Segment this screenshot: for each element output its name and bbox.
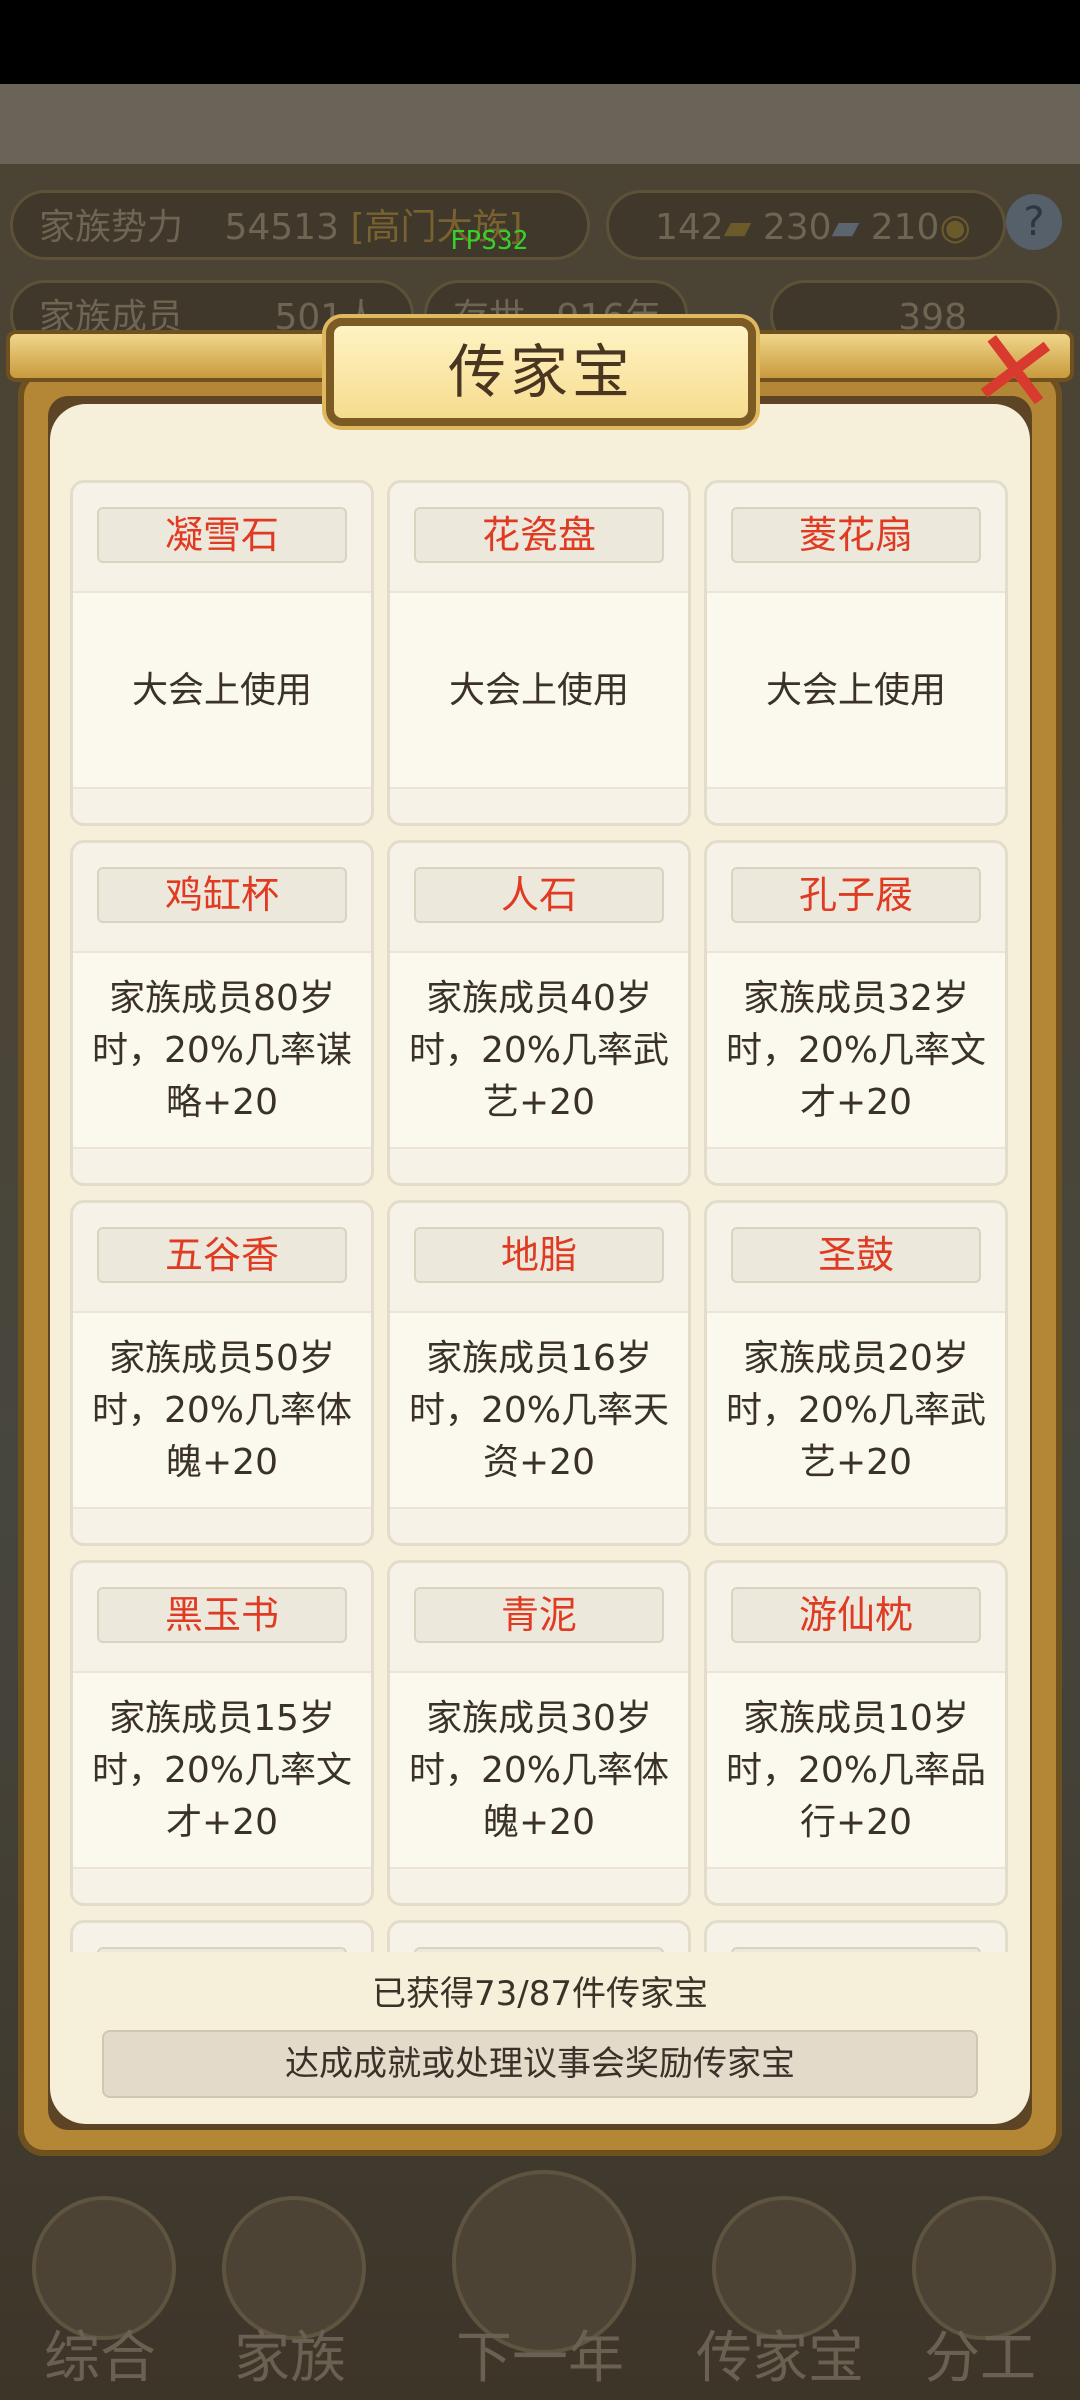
heirloom-card[interactable]: 孔子屐家族成员32岁时，20%几率文才+20: [704, 840, 1008, 1186]
heirloom-effect: 家族成员32岁时，20%几率文才+20: [725, 978, 987, 1123]
heirloom-name: 孔子屐: [731, 867, 981, 923]
heirloom-card-footer: [390, 1147, 688, 1183]
heirloom-effect: 大会上使用: [131, 670, 312, 711]
heirloom-card-header: 鸡缸杯: [73, 843, 371, 953]
heirloom-card-header: [707, 1923, 1005, 1952]
heirloom-card[interactable]: 青泥家族成员30岁时，20%几率体魄+20: [387, 1560, 691, 1906]
fps-counter: FPS32: [450, 226, 529, 256]
coin-icon: ◉: [939, 207, 971, 248]
resource-1-value: 142: [655, 207, 724, 248]
obtained-count: 已获得73/87件传家宝: [372, 1974, 708, 2014]
dialog-title-plate: 传家宝: [326, 318, 756, 426]
close-button[interactable]: ✕: [953, 304, 1077, 440]
resources-pill: 142▰ 230▰ 210◉: [606, 190, 1006, 260]
help-icon[interactable]: ?: [1006, 194, 1062, 250]
nav-assignments-label: 分工: [924, 2326, 1036, 2391]
heirloom-card-header: 五谷香: [73, 1203, 371, 1313]
nav-overview[interactable]: 综合: [10, 2160, 190, 2400]
dialog-summary: 已获得73/87件传家宝 达成成就或处理议事会奖励传家宝: [56, 1952, 1024, 2122]
reward-hint: 达成成就或处理议事会奖励传家宝: [102, 2030, 978, 2098]
heirloom-name: 五谷香: [97, 1227, 347, 1283]
heirloom-name: 青泥: [414, 1587, 664, 1643]
nav-heirlooms-label: 传家宝: [696, 2326, 864, 2391]
heirloom-card-footer: [707, 1507, 1005, 1543]
heirloom-card[interactable]: 菱花扇 大会上使用: [704, 480, 1008, 826]
heirloom-name: 圣鼓: [731, 1227, 981, 1283]
heirloom-card[interactable]: 游仙枕家族成员10岁时，20%几率品行+20: [704, 1560, 1008, 1906]
heirloom-card-header: 花瓷盘: [390, 483, 688, 593]
heirloom-card-header: 青泥: [390, 1563, 688, 1673]
heirloom-card-header: 菱花扇: [707, 483, 1005, 593]
heirloom-name: 地脂: [414, 1227, 664, 1283]
heirloom-name: 花瓷盘: [414, 507, 664, 563]
gold-ingot-icon: ▰: [723, 207, 752, 248]
bottom-nav: 综合 家族 下一年 传家宝 分工: [0, 2160, 1080, 2400]
heirloom-card[interactable]: 人石家族成员40岁时，20%几率武艺+20: [387, 840, 691, 1186]
silver-ingot-icon: ▰: [831, 207, 860, 248]
heirloom-effect: 家族成员10岁时，20%几率品行+20: [725, 1698, 987, 1843]
heirloom-effect: 家族成员16岁时，20%几率天资+20: [408, 1338, 670, 1483]
heirloom-card-footer: [73, 787, 371, 823]
heirloom-card-footer: [73, 1507, 371, 1543]
nav-heirlooms[interactable]: 传家宝: [690, 2160, 870, 2400]
heirloom-card-footer: [73, 1867, 371, 1903]
heirloom-card[interactable]: 凝雪石 大会上使用: [70, 480, 374, 826]
heirloom-name: 黑玉书: [97, 1587, 347, 1643]
heirloom-card-header: 黑玉书: [73, 1563, 371, 1673]
heirloom-card-header: [73, 1923, 371, 1952]
heirloom-card[interactable]: 五谷香家族成员50岁时，20%几率体魄+20: [70, 1200, 374, 1546]
clan-power-label: 家族势力: [39, 207, 184, 248]
heirloom-card-header: [390, 1923, 688, 1952]
heirloom-name: 人石: [414, 867, 664, 923]
heirloom-card[interactable]: 黑玉书家族成员15岁时，20%几率文才+20: [70, 1560, 374, 1906]
nav-family[interactable]: 家族: [200, 2160, 380, 2400]
nav-assignments[interactable]: 分工: [890, 2160, 1070, 2400]
heirloom-effect: 家族成员80岁时，20%几率谋略+20: [91, 978, 353, 1123]
resource-2-value: 230: [762, 207, 832, 248]
heirloom-name: 菱花扇: [731, 507, 981, 563]
heirloom-card-header: 游仙枕: [707, 1563, 1005, 1673]
heirloom-card-header: 孔子屐: [707, 843, 1005, 953]
heirloom-card[interactable]: [70, 1920, 374, 1952]
heirloom-card-footer: [707, 1867, 1005, 1903]
heirloom-effect: 家族成员50岁时，20%几率体魄+20: [91, 1338, 353, 1483]
nav-family-label: 家族: [234, 2326, 346, 2391]
heirloom-card[interactable]: [387, 1920, 691, 1952]
status-bar: [0, 0, 1080, 84]
heirloom-card-footer: [390, 787, 688, 823]
nav-overview-label: 综合: [44, 2326, 156, 2391]
heirloom-card-header: 地脂: [390, 1203, 688, 1313]
dialog-title: 传家宝: [447, 338, 634, 406]
nav-next-year-label: 下一年: [456, 2326, 624, 2391]
heirloom-effect: 大会上使用: [448, 670, 629, 711]
heirloom-effect: 家族成员20岁时，20%几率武艺+20: [725, 1338, 987, 1483]
top-band: [0, 84, 1080, 164]
heirloom-card[interactable]: 鸡缸杯家族成员80岁时，20%几率谋略+20: [70, 840, 374, 1186]
heirloom-card-header: 凝雪石: [73, 483, 371, 593]
heirloom-grid[interactable]: 凝雪石 大会上使用 花瓷盘 大会上使用 菱花扇 大会上使用 鸡缸杯 家族成员80岁时，20%几…: [70, 480, 1010, 1952]
heirloom-effect: 大会上使用: [765, 670, 946, 711]
heirloom-card-footer: [707, 1147, 1005, 1183]
heirloom-effect: 家族成员15岁时，20%几率文才+20: [91, 1698, 353, 1843]
heirloom-effect: 家族成员30岁时，20%几率体魄+20: [408, 1698, 670, 1843]
heirloom-effect: 家族成员40岁时，20%几率武艺+20: [408, 978, 670, 1123]
heirloom-name: 凝雪石: [97, 507, 347, 563]
heirloom-card-header: 人石: [390, 843, 688, 953]
heirloom-card[interactable]: 圣鼓家族成员20岁时，20%几率武艺+20: [704, 1200, 1008, 1546]
heirloom-card[interactable]: [704, 1920, 1008, 1952]
heirloom-card[interactable]: 地脂家族成员16岁时，20%几率天资+20: [387, 1200, 691, 1546]
heirloom-name: 鸡缸杯: [97, 867, 347, 923]
resource-3-value: 210: [870, 207, 940, 248]
heirloom-card-footer: [707, 787, 1005, 823]
clan-power-value: 54513: [224, 207, 339, 248]
heirloom-card-footer: [73, 1147, 371, 1183]
heirloom-card[interactable]: 花瓷盘 大会上使用: [387, 480, 691, 826]
heirloom-card-footer: [390, 1867, 688, 1903]
nav-next-year[interactable]: 下一年: [430, 2160, 650, 2400]
heirloom-card-header: 圣鼓: [707, 1203, 1005, 1313]
heirloom-name: 游仙枕: [731, 1587, 981, 1643]
heirloom-card-footer: [390, 1507, 688, 1543]
